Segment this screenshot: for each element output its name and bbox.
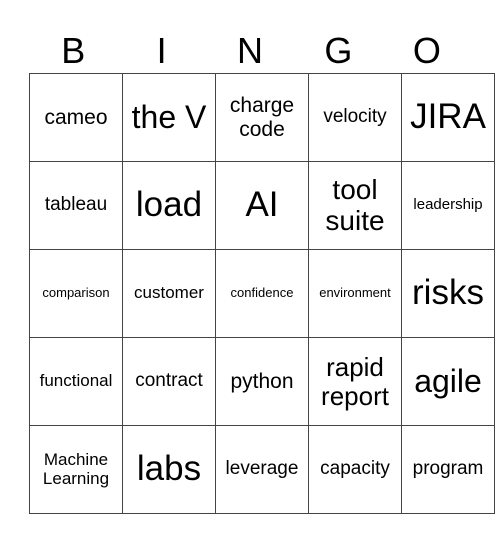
- header-letter-n: N: [237, 30, 264, 71]
- bingo-cell[interactable]: confidence: [215, 249, 309, 338]
- bingo-cell[interactable]: risks: [401, 249, 495, 338]
- bingo-cell[interactable]: functional: [29, 337, 123, 426]
- bingo-grid: cameo the V charge code velocity JIRA ta…: [29, 73, 495, 514]
- grid-row: Machine Learning labs leverage capacity …: [29, 425, 495, 514]
- bingo-cell[interactable]: agile: [401, 337, 495, 426]
- bingo-cell[interactable]: python: [215, 337, 309, 426]
- bingo-cell[interactable]: customer: [122, 249, 216, 338]
- bingo-cell[interactable]: environment: [308, 249, 402, 338]
- bingo-cell[interactable]: leverage: [215, 425, 309, 514]
- bingo-cell[interactable]: program: [401, 425, 495, 514]
- bingo-cell[interactable]: AI: [215, 161, 309, 250]
- bingo-cell[interactable]: tool suite: [308, 161, 402, 250]
- bingo-cell[interactable]: load: [122, 161, 216, 250]
- bingo-cell[interactable]: velocity: [308, 73, 402, 162]
- bingo-cell[interactable]: charge code: [215, 73, 309, 162]
- bingo-cell[interactable]: the V: [122, 73, 216, 162]
- bingo-cell[interactable]: labs: [122, 425, 216, 514]
- bingo-header: B I N G O: [29, 28, 471, 73]
- header-letter-o: O: [412, 30, 441, 71]
- grid-row: functional contract python rapid report …: [29, 337, 495, 426]
- bingo-cell[interactable]: cameo: [29, 73, 123, 162]
- header-letter-i: I: [156, 30, 167, 71]
- bingo-cell[interactable]: Machine Learning: [29, 425, 123, 514]
- bingo-cell[interactable]: contract: [122, 337, 216, 426]
- bingo-cell[interactable]: comparison: [29, 249, 123, 338]
- grid-row: cameo the V charge code velocity JIRA: [29, 73, 495, 162]
- header-letter-b: B: [61, 30, 86, 71]
- bingo-cell[interactable]: leadership: [401, 161, 495, 250]
- header-letter-g: G: [324, 30, 353, 71]
- grid-row: tableau load AI tool suite leadership: [29, 161, 495, 250]
- grid-row: comparison customer confidence environme…: [29, 249, 495, 338]
- bingo-cell[interactable]: JIRA: [401, 73, 495, 162]
- bingo-cell[interactable]: rapid report: [308, 337, 402, 426]
- bingo-cell[interactable]: capacity: [308, 425, 402, 514]
- bingo-cell[interactable]: tableau: [29, 161, 123, 250]
